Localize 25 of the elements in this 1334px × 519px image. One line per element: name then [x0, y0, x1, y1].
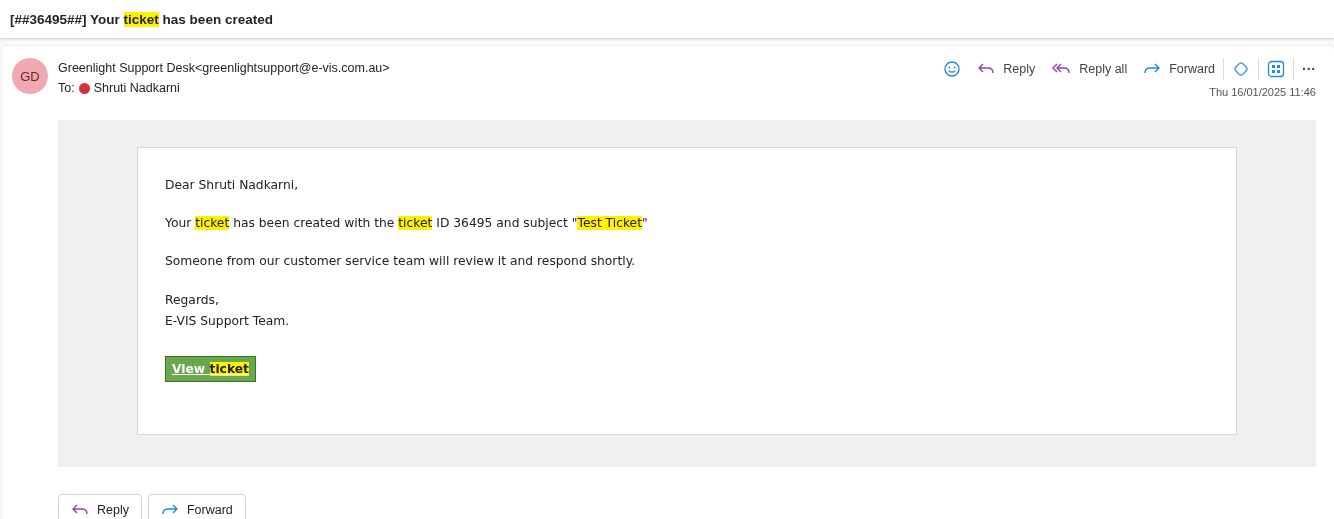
reply-button[interactable]: Reply [969, 58, 1044, 80]
to-label: To: [58, 81, 75, 95]
forward-icon [160, 503, 179, 517]
sender-name: Greenlight Support Desk<greenlightsupport@e-vis.com.au> [58, 61, 390, 75]
email-paragraph: E-VIS Support Team. [165, 312, 291, 330]
reply-all-icon [1051, 62, 1072, 76]
forward-button[interactable]: Forward [147, 494, 246, 519]
more-button[interactable]: ··· [1293, 58, 1324, 80]
email-paragraph: Your ticket has been created with the ticket ID 36495 and subject "Test Ticket" [165, 215, 649, 233]
email-paragraph: Regards, [165, 291, 220, 309]
forward-button[interactable]: Forward [1135, 58, 1223, 80]
apps-icon [1267, 60, 1285, 78]
recipient-name: Shruti Nadkarni [93, 81, 180, 95]
smiley-icon [943, 60, 962, 78]
email-paragraph: Someone from our customer service team will review it and respond shortly. [165, 253, 637, 271]
diamond-icon [1232, 60, 1250, 78]
forward-icon [1143, 62, 1162, 76]
presence-dot [78, 82, 90, 94]
reply-icon [977, 62, 996, 76]
avatar: GD [12, 58, 48, 94]
reply-all-button[interactable]: Reply all [1043, 58, 1136, 80]
reply-icon [71, 503, 89, 517]
email-paragraph: Dear Shruti Nadkarni, [165, 177, 300, 194]
message-date: Thu 16/01/2025 11:46 [1209, 86, 1316, 98]
reply-button[interactable]: Reply [58, 494, 142, 519]
